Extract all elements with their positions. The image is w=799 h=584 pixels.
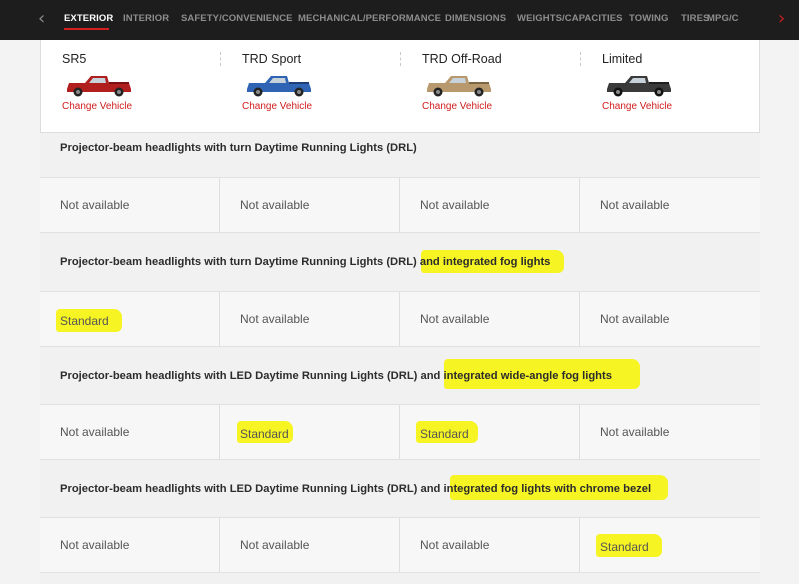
tab-tires[interactable]: TIRES <box>681 13 709 24</box>
feature-description: Projector-beam headlights with LED Dayti… <box>60 370 612 382</box>
gray-truck-icon <box>607 76 671 97</box>
feature-description-highlight: and integrated fog lights <box>419 256 551 268</box>
value-cell: Not available <box>400 518 580 572</box>
vehicle-header-card: SR5 Change Vehicle TRD Sport Change Vehi… <box>40 40 760 133</box>
change-vehicle-link[interactable]: Change Vehicle <box>602 101 672 112</box>
feature-description-text: Projector-beam headlights with turn Dayt… <box>60 256 420 268</box>
change-vehicle-link[interactable]: Change Vehicle <box>242 101 312 112</box>
value-text: Not available <box>420 198 490 212</box>
value-text: Not available <box>240 198 310 212</box>
tab-dimensions[interactable]: DIMENSIONS <box>445 13 506 24</box>
vehicle-column-trd-off-road: TRD Off-Road Change Vehicle <box>401 40 581 133</box>
tab-mechanical-performance[interactable]: MECHANICAL/PERFORMANCE <box>298 13 441 24</box>
tab-mpg[interactable]: MPG/C <box>707 13 739 24</box>
feature-description-row: Projector-beam headlights with LED Dayti… <box>40 460 760 518</box>
tab-interior[interactable]: INTERIOR <box>123 13 169 24</box>
vehicle-column-sr5: SR5 Change Vehicle <box>41 40 221 133</box>
nav-next-arrow-icon[interactable]: › <box>778 0 785 40</box>
value-text: Standard <box>240 427 289 441</box>
feature-description: Projector-beam headlights with turn Dayt… <box>60 142 417 154</box>
feature-description: Projector-beam headlights with LED Dayti… <box>60 483 651 495</box>
value-text: Standard <box>600 540 649 554</box>
tab-weights-capacities[interactable]: WEIGHTS/CAPACITIES <box>517 13 623 24</box>
tab-exterior[interactable]: EXTERIOR <box>64 13 113 24</box>
feature-description-text: Projector-beam headlights with LED Dayti… <box>60 370 444 382</box>
value-cell: Not available <box>580 178 760 232</box>
tan-truck-icon <box>427 76 491 97</box>
value-cell: Not available <box>220 178 400 232</box>
feature-description-text: Projector-beam headlights with LED Dayti… <box>60 483 444 495</box>
feature-description-row: Projector-beam headlights with turn Dayt… <box>40 233 760 291</box>
top-nav-bar: ‹ EXTERIOR INTERIOR SAFETY/CONVENIENCE M… <box>0 0 799 40</box>
value-text: Standard <box>420 427 469 441</box>
tab-safety-convenience[interactable]: SAFETY/CONVENIENCE <box>181 13 293 24</box>
value-text: Not available <box>600 425 670 439</box>
value-text: Not available <box>60 538 130 552</box>
red-truck-icon <box>67 76 131 97</box>
vehicle-name: Limited <box>602 52 643 66</box>
feature-values-row: Not available Standard Standard Not avai… <box>40 404 760 460</box>
value-text: Not available <box>240 538 310 552</box>
nav-tabs: EXTERIOR INTERIOR SAFETY/CONVENIENCE MEC… <box>64 0 764 40</box>
feature-values-row: Not available Not available Not availabl… <box>40 177 760 233</box>
feature-description-row: Projector-beam headlights with LED Dayti… <box>40 347 760 405</box>
feature-description-highlight: integrated fog lights with chrome bezel <box>443 483 652 495</box>
value-cell: Not available <box>40 518 220 572</box>
change-vehicle-link[interactable]: Change Vehicle <box>422 101 492 112</box>
value-cell: Standard <box>400 405 580 459</box>
value-text: Not available <box>600 198 670 212</box>
value-cell: Not available <box>400 178 580 232</box>
value-cell: Not available <box>220 518 400 572</box>
vehicle-name: SR5 <box>62 52 87 66</box>
feature-description-highlight: integrated wide-angle fog lights <box>443 370 612 382</box>
change-vehicle-link[interactable]: Change Vehicle <box>62 101 132 112</box>
value-cell: Not available <box>40 178 220 232</box>
value-text: Standard <box>60 314 109 328</box>
vehicle-column-trd-sport: TRD Sport Change Vehicle <box>221 40 401 133</box>
value-text: Not available <box>420 312 490 326</box>
value-cell: Standard <box>580 518 760 572</box>
feature-description-text: Projector-beam headlights with turn Dayt… <box>60 142 417 154</box>
feature-description: Projector-beam headlights with turn Dayt… <box>60 256 550 268</box>
value-text: Not available <box>240 312 310 326</box>
vehicle-name: TRD Sport <box>242 52 302 66</box>
feature-values-row: Standard Not available Not available Not… <box>40 291 760 347</box>
nav-prev-arrow-icon[interactable]: ‹ <box>38 0 45 40</box>
value-cell: Not available <box>220 292 400 346</box>
tab-towing[interactable]: TOWING <box>629 13 668 24</box>
value-cell: Standard <box>220 405 400 459</box>
active-tab-underline <box>64 28 109 30</box>
blue-truck-icon <box>247 76 311 97</box>
value-text: Not available <box>600 312 670 326</box>
value-cell: Not available <box>400 292 580 346</box>
value-text: Not available <box>420 538 490 552</box>
value-text: Not available <box>60 425 130 439</box>
value-cell: Not available <box>580 292 760 346</box>
value-cell: Not available <box>580 405 760 459</box>
feature-description-row <box>40 573 760 584</box>
feature-values-row: Not available Not available Not availabl… <box>40 517 760 573</box>
vehicle-name: TRD Off-Road <box>422 52 502 66</box>
spec-comparison-table: Projector-beam headlights with turn Dayt… <box>40 133 760 584</box>
vehicle-column-limited: Limited Change Vehicle <box>581 40 761 133</box>
value-cell: Not available <box>40 405 220 459</box>
value-text: Not available <box>60 198 130 212</box>
value-cell: Standard <box>40 292 220 346</box>
